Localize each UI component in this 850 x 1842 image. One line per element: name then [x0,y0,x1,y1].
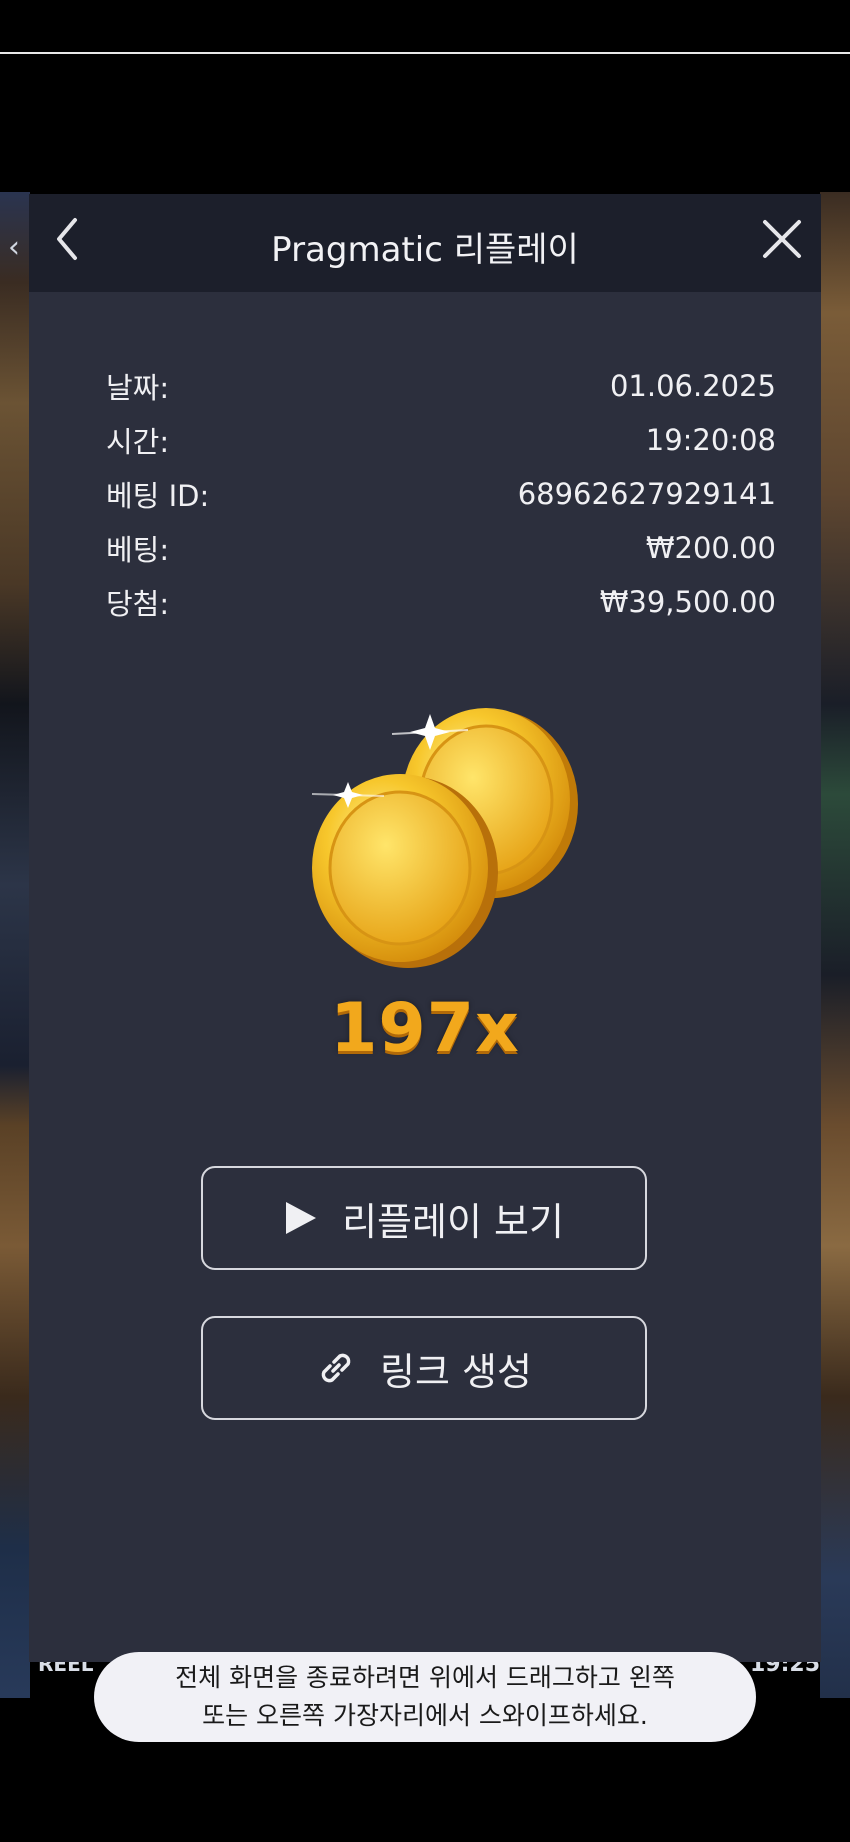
detail-value: 19:20:08 [645,423,776,457]
background-chevron-icon: ‹ [8,230,20,265]
dialog-title: Pragmatic 리플레이 [271,230,579,270]
win-multiplier: 197x [330,989,520,1068]
detail-row-date: 날짜: 01.06.2025 [106,359,776,413]
dialog-header: Pragmatic 리플레이 [29,194,821,292]
detail-value: 68962627929141 [517,477,776,511]
detail-value: 01.06.2025 [609,369,776,403]
play-icon [284,1200,318,1236]
detail-value: ₩200.00 [645,531,776,565]
status-divider [0,52,850,54]
detail-label: 당첨: [106,587,170,621]
fullscreen-exit-toast: 전체 화면을 종료하려면 위에서 드래그하고 왼쪽 또는 오른쪽 가장자리에서 … [94,1652,756,1742]
detail-row-time: 시간: 19:20:08 [106,413,776,467]
watch-replay-label: 리플레이 보기 [342,1199,564,1244]
toast-line-2: 또는 오른쪽 가장자리에서 스와이프하세요. [202,1701,648,1730]
close-button[interactable] [757,214,807,264]
detail-label: 날짜: [106,371,170,405]
link-icon [316,1348,356,1388]
detail-row-win: 당첨: ₩39,500.00 [106,575,776,629]
detail-label: 베팅 ID: [106,479,210,513]
close-icon [763,220,801,258]
gold-coins-icon [311,708,578,968]
detail-label: 시간: [106,425,170,459]
detail-label: 베팅: [106,533,170,567]
detail-value: ₩39,500.00 [599,585,776,619]
toast-line-1: 전체 화면을 종료하려면 위에서 드래그하고 왼쪽 [175,1663,675,1692]
watch-replay-button[interactable]: 리플레이 보기 [201,1166,647,1270]
replay-dialog: Pragmatic 리플레이 날짜: 01.06.2025 시간: 19:20:… [29,194,821,1662]
game-background-right [820,192,850,1698]
bet-details: 날짜: 01.06.2025 시간: 19:20:08 베팅 ID: 68962… [106,359,776,629]
detail-row-bet: 베팅: ₩200.00 [106,521,776,575]
game-background-left [0,192,30,1698]
detail-row-bet-id: 베팅 ID: 68962627929141 [106,467,776,521]
create-link-label: 링크 생성 [380,1349,532,1394]
create-link-button[interactable]: 링크 생성 [201,1316,647,1420]
